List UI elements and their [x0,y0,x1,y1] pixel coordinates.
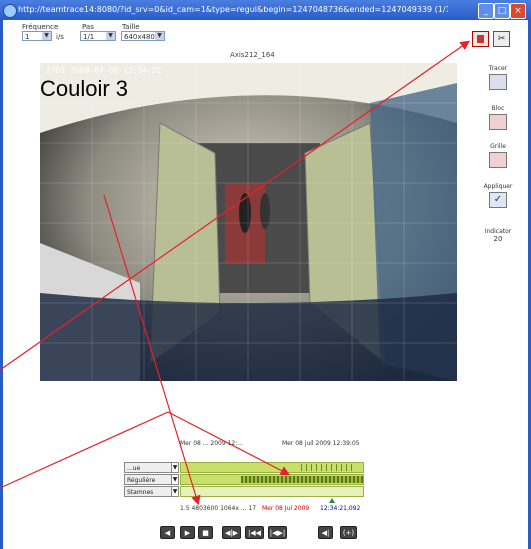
timeline-bar[interactable] [180,474,364,485]
frequence-select-value: 1 [25,33,30,41]
first-frame-button[interactable]: |◀◀ [245,526,264,539]
timeline-events [241,476,363,483]
chevron-down-icon: ▼ [106,32,115,40]
taille-select-value: 640x480 [124,33,155,41]
timeline-current-time: 12:34:21,092 [320,505,361,512]
timeline-row-2[interactable]: Régulière ▼ [124,474,364,485]
pas-select-value: 1/1 [83,33,95,41]
tool-bloc-label: Bloc [491,105,505,112]
step-button[interactable]: ◀|▶ [222,526,241,539]
single-view-icon[interactable] [472,31,489,47]
timeline-end-time: Mer 08 juil 2009 12:39:05 [282,440,360,447]
timeline-info: 1.5 4803600 1064x ... 17 [180,505,257,512]
frame-step-button[interactable]: |◀▶| [268,526,287,539]
play-button[interactable]: ▶ [180,526,195,539]
chevron-down-icon[interactable]: ▼ [171,474,179,485]
tool-grille[interactable]: Grille [480,143,516,168]
tools-icon[interactable]: ✂ [493,31,510,47]
tool-tracer-label: Tracer [488,65,508,72]
tool-appliquer[interactable]: Appliquer ✓ [480,183,516,208]
tool-tracer[interactable]: Tracer [480,65,516,90]
rewind-button[interactable]: ◀ [160,526,175,539]
camera-label: Couloir 3 [40,76,129,101]
camera-name: Axis212_164 [230,51,275,59]
timeline-current-date: Mer 08 Jul 2009 [262,505,310,512]
tool-grille-label: Grille [490,143,506,150]
stop-button[interactable]: ■ [198,526,213,539]
timeline-start-time: Mer 08 ... 2009 12:... [180,440,243,447]
timeline-bar[interactable] [180,486,364,497]
timeline-cursor[interactable] [329,498,335,503]
frequence-unit: i/s [56,33,64,41]
taille-label: Taille [122,23,140,31]
maximize-button[interactable]: □ [494,3,510,19]
timeline-row-3[interactable]: Stamnes ▼ [124,486,364,497]
close-button[interactable]: × [510,3,526,19]
frequence-label: Fréquence [22,23,59,31]
zoom-button[interactable]: (+) [340,526,357,539]
chevron-down-icon[interactable]: ▼ [171,462,179,473]
timeline-row-label: Stamnes [124,486,174,497]
back-button[interactable]: ◀| [318,526,333,539]
camera-video[interactable]: 2701 2009-07-08 12:34:2C Couloir 3 [40,63,457,381]
pas-label: Pas [82,23,94,31]
indicator-label: Indicator [484,228,512,235]
draw-icon [489,74,507,90]
pas-select[interactable]: 1/1 ▼ [80,31,116,41]
indicator: Indicator 20 [480,228,516,243]
camera-scene [40,63,457,381]
chevron-down-icon[interactable]: ▼ [171,486,179,497]
window-titlebar: http://teamtrace14:8080/?id_srv=0&id_cam… [0,0,531,20]
block-grid-icon [489,114,507,130]
timeline-row-label: Régulière [124,474,174,485]
video-timestamp: 2701 2009-07-08 12:34:2C [46,66,162,75]
timeline-events [301,464,356,471]
single-view-icon-glyph [477,35,484,43]
indicator-value: 20 [493,235,503,243]
tool-bloc[interactable]: Bloc [480,105,516,130]
tool-appliquer-label: Appliquer [483,183,513,190]
taille-select[interactable]: 640x480 ▼ [121,31,165,41]
timeline-row-1[interactable]: ...ue ▼ [124,462,364,473]
minimize-button[interactable]: _ [478,3,494,19]
apply-check-icon: ✓ [489,192,507,208]
chevron-down-icon: ▼ [42,32,51,40]
grid-icon [489,152,507,168]
timeline-row-label: ...ue [124,462,174,473]
browser-icon [3,4,17,18]
timeline-bar[interactable] [180,462,364,473]
window-title: http://teamtrace14:8080/?id_srv=0&id_cam… [18,5,448,14]
chevron-down-icon: ▼ [155,32,164,40]
frequence-select[interactable]: 1 ▼ [22,31,52,41]
